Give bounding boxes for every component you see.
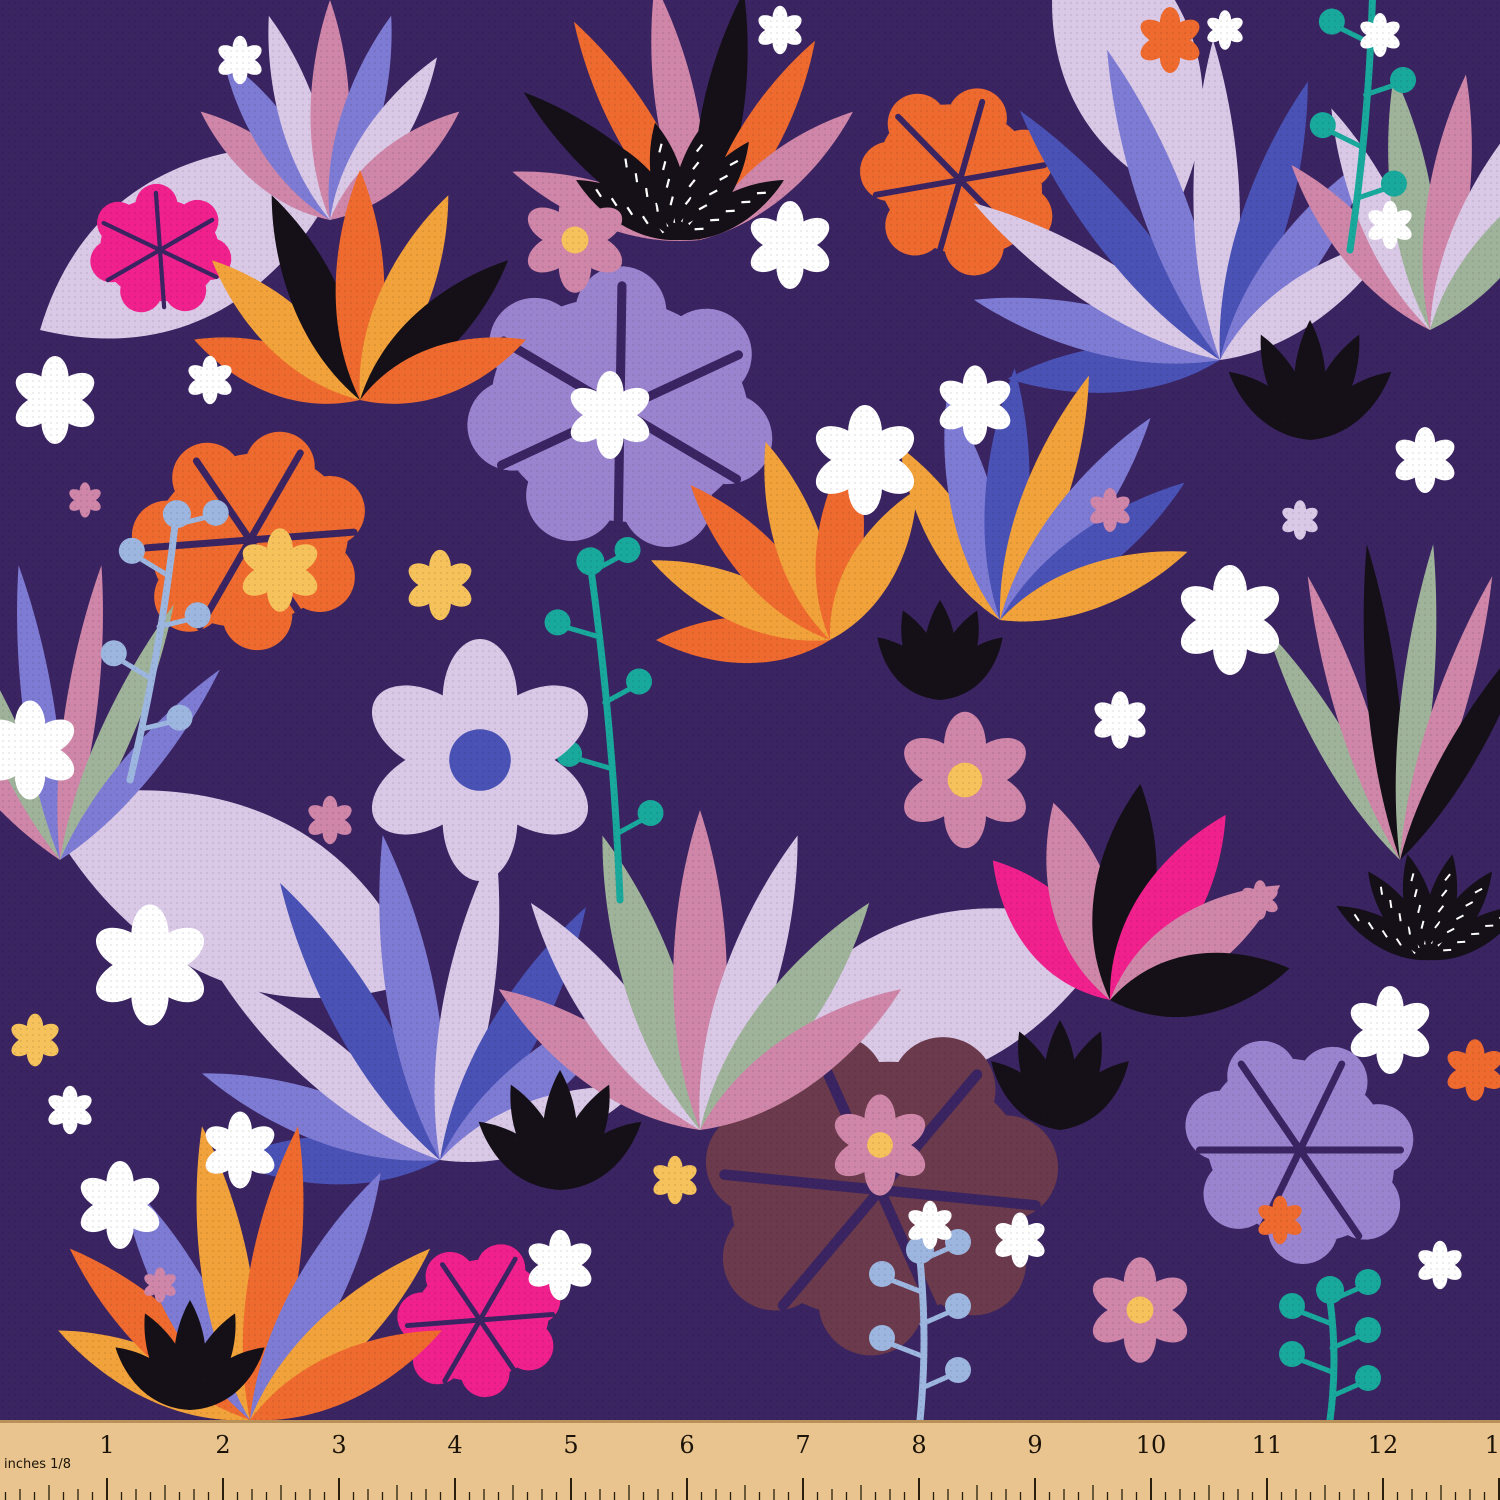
ruler-number: 1 xyxy=(99,1431,114,1459)
fabric-texture xyxy=(0,0,1500,1420)
measuring-ruler: 1 2 3 4 5 6 7 8 9 10 11 12 1 inches 1/8 xyxy=(0,1420,1500,1500)
ruler-number: 8 xyxy=(911,1431,926,1459)
ruler-number: 12 xyxy=(1368,1431,1399,1459)
ruler-number: 6 xyxy=(679,1431,694,1459)
ruler-number: 9 xyxy=(1027,1431,1042,1459)
ruler-top-edge xyxy=(0,1420,1500,1423)
ruler-number: 11 xyxy=(1252,1431,1283,1459)
product-image: 1 2 3 4 5 6 7 8 9 10 11 12 1 inches 1/8 xyxy=(0,0,1500,1500)
ruler-number: 2 xyxy=(215,1431,230,1459)
ruler-number: 1 xyxy=(1485,1431,1500,1459)
ruler-number: 10 xyxy=(1136,1431,1167,1459)
ruler-unit-label: inches 1/8 xyxy=(4,1457,71,1472)
ruler-number: 4 xyxy=(447,1431,462,1459)
ruler-number: 5 xyxy=(563,1431,578,1459)
ruler-number: 3 xyxy=(331,1431,346,1459)
fabric-pattern xyxy=(0,0,1500,1420)
ruler-number: 7 xyxy=(795,1431,810,1459)
